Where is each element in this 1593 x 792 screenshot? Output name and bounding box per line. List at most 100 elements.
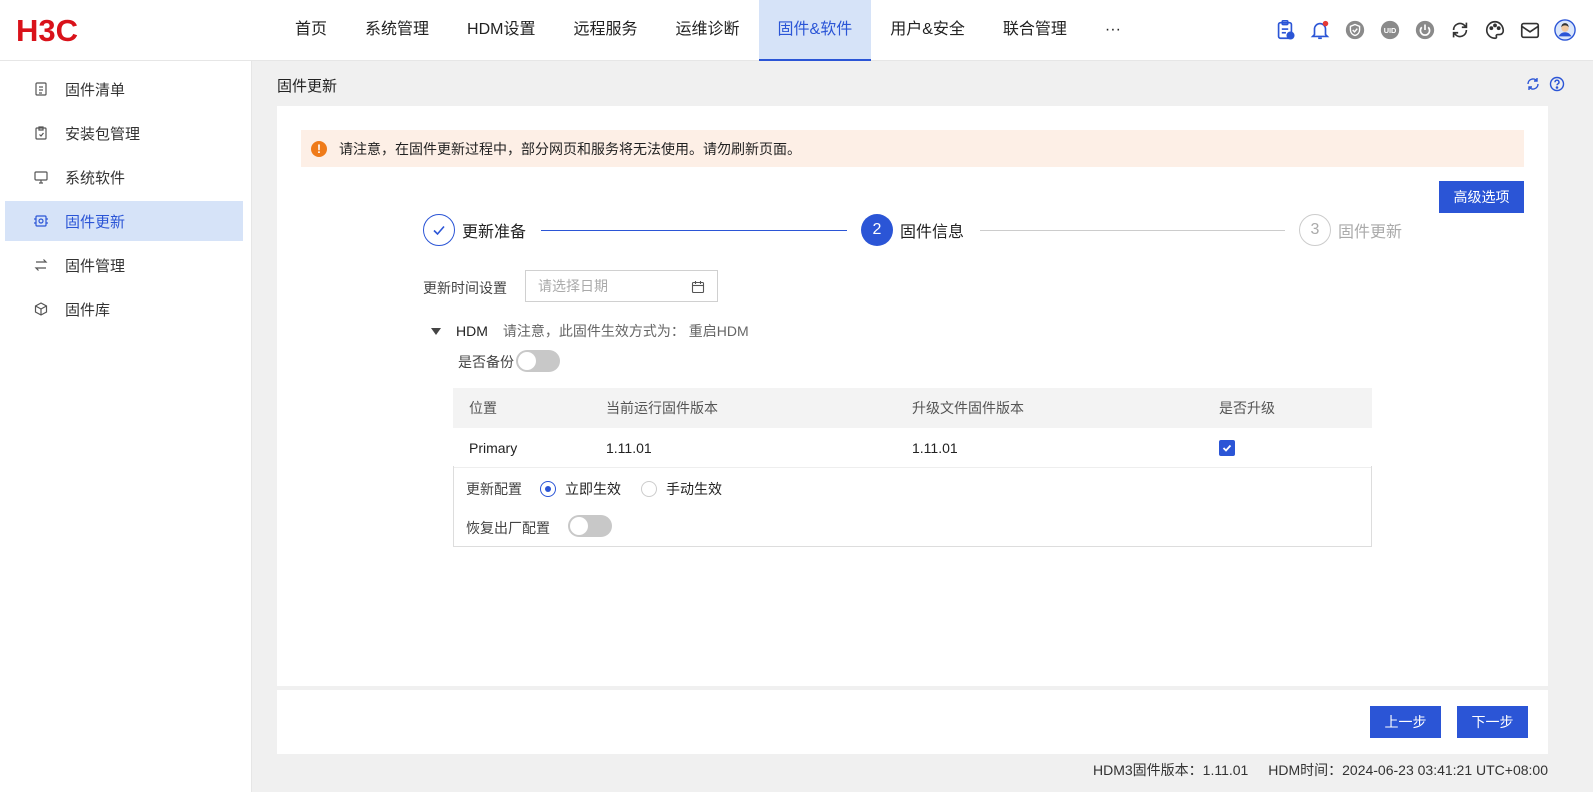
palette-icon[interactable] (1483, 18, 1507, 42)
nav-firmware-software[interactable]: 固件&软件 (758, 0, 872, 61)
firmware-table: 位置 当前运行固件版本 升级文件固件版本 是否升级 Primary 1.11.0… (453, 388, 1372, 468)
step-label: 固件更新 (1338, 224, 1403, 241)
mail-icon[interactable] (1518, 18, 1542, 42)
nav-home[interactable]: 首页 (276, 0, 346, 61)
sidebar-item-label: 固件库 (65, 301, 111, 319)
hdm-effective-note: 请注意，此固件生效方式为： 重启HDM (502, 323, 749, 339)
check-icon (1222, 444, 1232, 452)
sidebar-item-label: 系统软件 (65, 169, 126, 187)
clipboard-icon[interactable] (1273, 18, 1297, 42)
factory-reset-toggle[interactable] (568, 515, 612, 537)
date-placeholder: 请选择日期 (538, 278, 608, 294)
sidebar-item-label: 安装包管理 (65, 125, 141, 143)
step-firmware-info: 2 固件信息 (861, 214, 964, 246)
step-done-circle (423, 214, 455, 246)
header-upgrade: 是否升级 (1219, 400, 1275, 416)
warning-alert: ! 请注意，在固件更新过程中，部分网页和服务将无法使用。请勿刷新页面。 (301, 130, 1524, 167)
cell-location: Primary (469, 439, 518, 456)
step-connector-done (541, 230, 847, 231)
warning-icon: ! (311, 140, 327, 157)
step-number: 3 (1299, 214, 1331, 246)
table-header: 位置 当前运行固件版本 升级文件固件版本 是否升级 (453, 388, 1372, 428)
hdm-time-status: HDM时间：2024-06-23 03:41:21 UTC+08:00 (1268, 762, 1548, 778)
nav-ops-diagnosis[interactable]: 运维诊断 (657, 0, 759, 61)
header-tools: UID (1273, 14, 1577, 46)
footer-actions: 上一步 下一步 (277, 690, 1548, 754)
sidebar: 固件清单 安装包管理 系统软件 固件更新 固件管理 固件库 (0, 61, 252, 792)
step-label: 更新准备 (462, 224, 527, 241)
prev-step-button[interactable]: 上一步 (1370, 706, 1441, 738)
user-avatar-icon[interactable] (1553, 18, 1577, 42)
header-current-version: 当前运行固件版本 (606, 400, 718, 416)
help-icon[interactable] (1549, 76, 1565, 92)
svg-text:UID: UID (1384, 26, 1397, 35)
update-config-box: 更新配置 立即生效 手动生效 恢复出厂配置 (453, 466, 1372, 547)
page-title: 固件更新 (277, 78, 338, 95)
header-upgrade-version: 升级文件固件版本 (912, 400, 1024, 416)
bell-icon[interactable] (1308, 18, 1332, 42)
nav-user-security[interactable]: 用户&安全 (871, 0, 984, 61)
firmware-update-card: ! 请注意，在固件更新过程中，部分网页和服务将无法使用。请勿刷新页面。 高级选项… (277, 106, 1548, 686)
step-label: 固件信息 (900, 224, 965, 241)
cell-upgrade-version: 1.11.01 (912, 439, 958, 456)
radio-label: 手动生效 (666, 481, 722, 497)
shield-icon[interactable] (1343, 18, 1367, 42)
nav-more[interactable]: ··· (1086, 0, 1140, 61)
uid-icon[interactable]: UID (1378, 18, 1402, 42)
power-icon[interactable] (1413, 18, 1437, 42)
cell-current-version: 1.11.01 (606, 439, 652, 456)
sidebar-item-label: 固件管理 (65, 257, 126, 275)
nav-hdm-settings[interactable]: HDM设置 (448, 0, 554, 61)
cube-icon (34, 302, 48, 316)
backup-toggle[interactable] (516, 350, 560, 372)
radio-immediate[interactable]: 立即生效 (540, 479, 621, 499)
svg-text:H3C: H3C (16, 14, 78, 46)
update-date-picker[interactable]: 请选择日期 (525, 270, 718, 302)
status-bar: HDM3固件版本：1.11.01 HDM时间：2024-06-23 03:41:… (1093, 760, 1548, 780)
alert-text: 请注意，在固件更新过程中，部分网页和服务将无法使用。请勿刷新页面。 (339, 140, 801, 157)
caret-down-icon[interactable] (431, 327, 441, 335)
nav-system-management[interactable]: 系统管理 (346, 0, 448, 61)
next-step-button[interactable]: 下一步 (1457, 706, 1528, 738)
step-connector-pending (980, 230, 1285, 231)
monitor-icon (34, 171, 48, 184)
sidebar-item-system-software[interactable]: 系统软件 (5, 157, 243, 197)
hdm-name: HDM (456, 323, 488, 339)
cell-upgrade (1219, 439, 1372, 456)
factory-reset-label: 恢复出厂配置 (466, 520, 550, 536)
main-nav: 首页 系统管理 HDM设置 远程服务 运维诊断 固件&软件 用户&安全 联合管理… (276, 0, 1140, 61)
refresh-icon[interactable] (1525, 76, 1541, 92)
radio-dot[interactable] (641, 481, 657, 497)
nav-federated-management[interactable]: 联合管理 (984, 0, 1086, 61)
table-row: Primary 1.11.01 1.11.01 (453, 428, 1372, 468)
update-config-label: 更新配置 (466, 481, 522, 497)
step-firmware-update: 3 固件更新 (1299, 214, 1402, 246)
h3c-logo[interactable]: H3C (16, 14, 108, 46)
sidebar-item-label: 固件清单 (65, 81, 126, 99)
backup-label: 是否备份 (458, 354, 514, 370)
top-header: H3C 首页 系统管理 HDM设置 远程服务 运维诊断 固件&软件 用户&安全 … (0, 0, 1593, 61)
upgrade-checkbox[interactable] (1219, 439, 1235, 456)
chip-icon (34, 215, 48, 227)
sidebar-item-firmware-update[interactable]: 固件更新 (5, 201, 243, 241)
swap-icon (34, 259, 48, 271)
calendar-icon (691, 281, 705, 294)
radio-label: 立即生效 (565, 481, 621, 497)
radio-manual[interactable]: 手动生效 (641, 479, 722, 499)
sidebar-item-label: 固件更新 (65, 213, 126, 231)
list-icon (35, 82, 47, 96)
nav-remote-service[interactable]: 远程服务 (554, 0, 656, 61)
sidebar-item-package-management[interactable]: 安装包管理 (5, 113, 243, 153)
header-location: 位置 (469, 400, 497, 416)
sidebar-item-firmware-list[interactable]: 固件清单 (5, 69, 243, 109)
advanced-options-button[interactable]: 高级选项 (1439, 181, 1524, 213)
step-number: 2 (861, 214, 893, 246)
sidebar-item-firmware-management[interactable]: 固件管理 (5, 245, 243, 285)
package-icon (35, 126, 47, 140)
title-tools (1525, 76, 1565, 92)
firmware-version-status: HDM3固件版本：1.11.01 (1093, 762, 1249, 778)
hdm-section-header[interactable]: HDM 请注意，此固件生效方式为： 重启HDM (431, 321, 749, 341)
sidebar-item-firmware-library[interactable]: 固件库 (5, 289, 243, 329)
radio-dot-selected[interactable] (540, 481, 556, 497)
sync-icon[interactable] (1448, 18, 1472, 42)
